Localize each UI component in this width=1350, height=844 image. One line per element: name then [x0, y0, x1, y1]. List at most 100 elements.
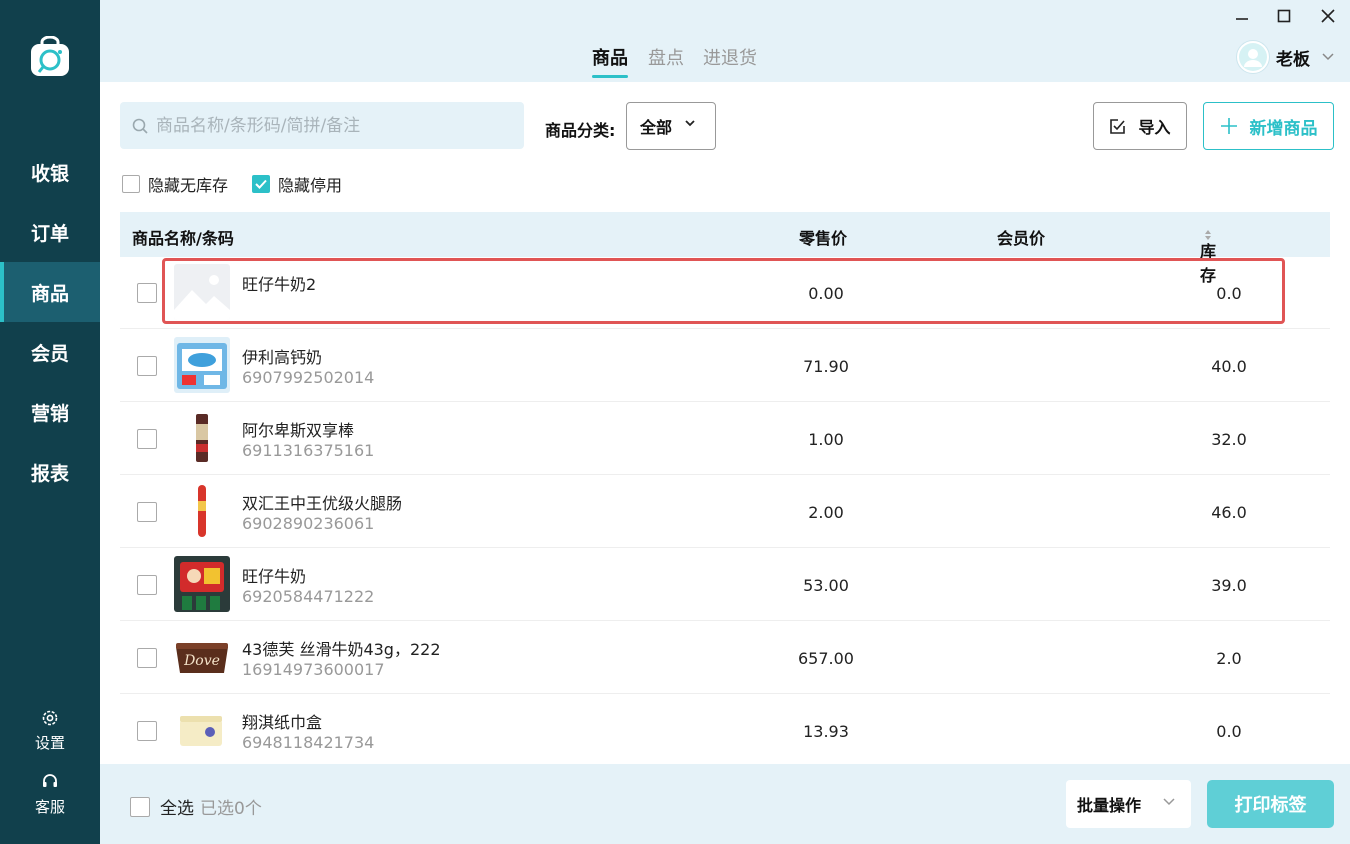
settings-label: 设置	[34, 734, 65, 752]
retail-price: 2.00	[808, 503, 844, 522]
sidebar-item-label: 商品	[30, 282, 69, 305]
customer-service-button[interactable]: 客服	[0, 772, 100, 817]
add-product-label: 新增商品	[1249, 118, 1318, 139]
chevron-down-icon	[1163, 798, 1175, 806]
row-checkbox[interactable]	[137, 283, 157, 303]
top-bar: 商品 盘点 进退货 老板	[100, 0, 1350, 82]
row-checkbox[interactable]	[137, 648, 157, 668]
product-barcode: 6911316375161	[242, 441, 375, 460]
retail-price: 53.00	[803, 576, 849, 595]
sidebar-item-label: 营销	[30, 402, 69, 425]
sidebar-item-label: 报表	[30, 462, 69, 485]
search-box	[120, 102, 524, 149]
product-image-sausage	[174, 483, 230, 539]
sidebar-item-label: 会员	[30, 342, 69, 365]
sidebar-item-products[interactable]: 商品	[0, 262, 100, 322]
product-image-milk-can-pack	[174, 556, 230, 612]
sidebar-item-cashier[interactable]: 收银	[0, 142, 100, 202]
shopping-bag-logo	[31, 36, 69, 76]
maximize-icon	[1277, 9, 1291, 23]
product-barcode: 16914973600017	[242, 660, 385, 679]
hide-no-stock-label: 隐藏无库存	[148, 176, 229, 195]
retail-price: 657.00	[798, 649, 854, 668]
column-header-name: 商品名称/条码	[132, 229, 234, 248]
avatar	[1236, 40, 1270, 74]
stock-value: 46.0	[1211, 503, 1247, 522]
table-row[interactable]: 阿尔卑斯双享棒 6911316375161 1.00 32.0	[120, 402, 1330, 475]
retail-price: 13.93	[803, 722, 849, 741]
add-product-button[interactable]: 新增商品	[1203, 102, 1334, 150]
column-header-member-price: 会员价	[997, 229, 1046, 248]
row-checkbox[interactable]	[137, 429, 157, 449]
table-row[interactable]: 伊利高钙奶 6907992502014 71.90 40.0	[120, 329, 1330, 402]
tab-inventory-check[interactable]: 盘点	[648, 44, 684, 70]
batch-operation-select[interactable]: 批量操作	[1066, 780, 1191, 828]
gear-icon	[42, 710, 58, 726]
checkbox-checked[interactable]	[252, 175, 270, 193]
chevron-down-icon	[1322, 53, 1334, 61]
check-icon	[255, 179, 267, 189]
row-checkbox[interactable]	[137, 721, 157, 741]
chevron-down-icon	[685, 120, 695, 127]
product-name: 旺仔牛奶	[242, 567, 307, 586]
print-label-text: 打印标签	[1234, 795, 1307, 816]
import-button[interactable]: 导入	[1093, 102, 1187, 150]
stock-value: 0.0	[1216, 722, 1242, 741]
footer-bar: 全选 已选0个 批量操作 打印标签	[100, 764, 1350, 844]
checkbox[interactable]	[130, 796, 150, 817]
sidebar-item-reports[interactable]: 报表	[0, 442, 100, 502]
sidebar-item-label: 订单	[30, 222, 69, 245]
search-input[interactable]	[156, 115, 496, 136]
column-header-retail-price: 零售价	[799, 229, 848, 248]
close-icon	[1321, 9, 1335, 23]
stock-value: 2.0	[1216, 649, 1242, 668]
row-checkbox[interactable]	[137, 502, 157, 522]
table-row[interactable]: 旺仔牛奶2 0.00 0.0	[120, 256, 1330, 329]
user-menu[interactable]: 老板	[1236, 40, 1334, 74]
table-row[interactable]: 双汇王中王优级火腿肠 6902890236061 2.00 46.0	[120, 475, 1330, 548]
table-row[interactable]: 旺仔牛奶 6920584471222 53.00 39.0	[120, 548, 1330, 621]
sidebar: 收银 订单 商品 会员 营销 报表 设置 客服	[0, 0, 100, 844]
table-row[interactable]: 翔淇纸巾盒 6948118421734 13.93 0.0	[120, 694, 1330, 764]
hide-disabled-checkbox[interactable]: 隐藏停用	[252, 172, 342, 196]
headset-icon	[43, 774, 57, 787]
product-name: 旺仔牛奶2	[242, 275, 317, 294]
search-icon	[132, 118, 148, 134]
stock-value: 39.0	[1211, 576, 1247, 595]
product-barcode: 6948118421734	[242, 733, 375, 752]
checkbox[interactable]	[122, 175, 140, 193]
product-image-tissue-box	[174, 702, 230, 758]
hide-disabled-label: 隐藏停用	[278, 176, 343, 195]
retail-price: 71.90	[803, 357, 849, 376]
import-icon	[1110, 118, 1126, 134]
hide-no-stock-checkbox[interactable]: 隐藏无库存	[122, 172, 228, 196]
close-button[interactable]	[1318, 6, 1338, 26]
sidebar-item-members[interactable]: 会员	[0, 322, 100, 382]
table-row[interactable]: Dove 43德芙 丝滑牛奶43g，222 16914973600017 657…	[120, 621, 1330, 694]
product-name: 伊利高钙奶	[242, 348, 323, 367]
tab-products[interactable]: 商品	[592, 44, 628, 78]
svg-text:Dove: Dove	[183, 653, 220, 669]
product-image-chocolate-bowl: Dove	[174, 629, 230, 685]
minimize-icon	[1236, 18, 1248, 20]
category-select[interactable]: 全部	[626, 102, 716, 150]
print-label-button[interactable]: 打印标签	[1207, 780, 1334, 828]
product-image-placeholder	[174, 264, 230, 320]
sidebar-item-marketing[interactable]: 营销	[0, 382, 100, 442]
sidebar-item-orders[interactable]: 订单	[0, 202, 100, 262]
row-checkbox[interactable]	[137, 356, 157, 376]
column-header-stock[interactable]: 库存	[1200, 225, 1216, 285]
product-image-candy-stick	[174, 410, 230, 466]
settings-button[interactable]: 设置	[0, 708, 100, 753]
import-label: 导入	[1138, 118, 1171, 137]
user-name: 老板	[1276, 49, 1310, 70]
select-all-label: 全选	[160, 799, 194, 819]
maximize-button[interactable]	[1274, 6, 1294, 26]
tab-purchase-return[interactable]: 进退货	[703, 44, 757, 70]
product-name: 翔淇纸巾盒	[242, 713, 323, 732]
stock-value: 0.0	[1216, 284, 1242, 303]
minimize-button[interactable]	[1232, 6, 1252, 26]
select-all-checkbox[interactable]: 全选 已选0个	[130, 794, 262, 819]
row-checkbox[interactable]	[137, 575, 157, 595]
product-image-milk-box	[174, 337, 230, 393]
